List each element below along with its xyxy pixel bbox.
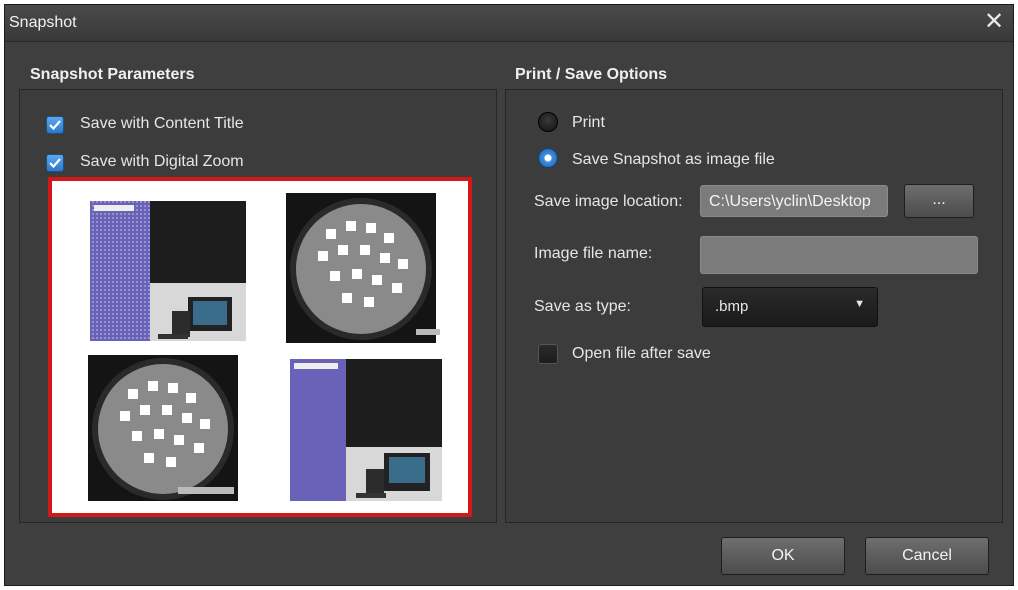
save-image-label: Save Snapshot as image file bbox=[572, 151, 775, 168]
save-type-value: .bmp bbox=[715, 298, 749, 315]
open-after-save-checkbox[interactable] bbox=[538, 344, 558, 364]
snapshot-preview bbox=[48, 177, 472, 517]
ok-button[interactable]: OK bbox=[721, 537, 845, 575]
print-save-options-title: Print / Save Options bbox=[515, 66, 668, 83]
chevron-down-icon: ▼ bbox=[854, 298, 865, 310]
title-bar[interactable]: Snapshot ✕ bbox=[5, 5, 1013, 42]
digital-zoom-checkbox[interactable] bbox=[46, 154, 64, 172]
preview-thumb-1 bbox=[68, 189, 254, 345]
snapshot-parameters-title: Snapshot Parameters bbox=[30, 66, 195, 83]
cancel-button[interactable]: Cancel bbox=[865, 537, 989, 575]
save-location-label: Save image location: bbox=[534, 193, 683, 210]
save-image-radio[interactable] bbox=[538, 148, 558, 168]
content-title-checkbox[interactable] bbox=[46, 116, 64, 134]
snapshot-dialog: Snapshot ✕ Snapshot Parameters Save with… bbox=[4, 4, 1014, 586]
preview-thumb-3 bbox=[68, 353, 254, 503]
open-after-save-label: Open file after save bbox=[572, 345, 711, 362]
print-label: Print bbox=[572, 114, 605, 131]
digital-zoom-label: Save with Digital Zoom bbox=[80, 153, 244, 170]
window-title: Snapshot bbox=[9, 14, 77, 31]
browse-button[interactable]: ... bbox=[904, 184, 974, 218]
save-type-select[interactable]: .bmp ▼ bbox=[702, 287, 878, 327]
preview-thumb-2 bbox=[266, 189, 452, 345]
file-name-label: Image file name: bbox=[534, 245, 653, 262]
save-type-label: Save as type: bbox=[534, 298, 631, 315]
save-location-field[interactable]: C:\Users\yclin\Desktop bbox=[700, 185, 888, 217]
close-icon[interactable]: ✕ bbox=[981, 9, 1007, 35]
print-save-options-panel: Print Save Snapshot as image file Save i… bbox=[505, 89, 1003, 523]
print-radio[interactable] bbox=[538, 112, 558, 132]
preview-thumb-4 bbox=[266, 353, 452, 503]
content-title-label: Save with Content Title bbox=[80, 115, 244, 132]
file-name-input[interactable] bbox=[700, 236, 978, 274]
